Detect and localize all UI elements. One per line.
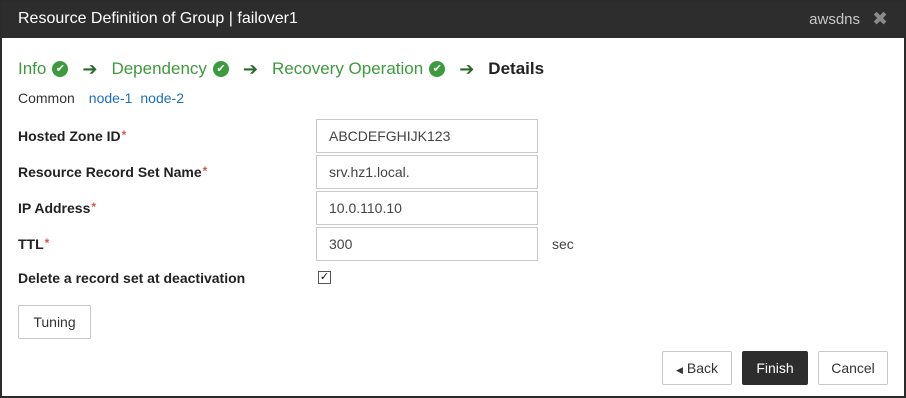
resource-definition-dialog: Resource Definition of Group | failover1… (0, 0, 906, 398)
arrow-right-icon: ➔ (82, 58, 98, 79)
required-mark: * (44, 236, 50, 250)
step-details: Details (488, 59, 544, 79)
record-set-label: Resource Record Set Name* (18, 164, 208, 180)
required-mark: * (121, 128, 127, 142)
ttl-input[interactable] (316, 227, 538, 261)
cancel-button[interactable]: Cancel (818, 351, 888, 385)
delete-record-row: Delete a record set at deactivation ✓ (18, 270, 618, 290)
server-tabs: Common node-1 node-2 (18, 90, 192, 106)
tab-common[interactable]: Common (18, 90, 75, 106)
ip-address-input[interactable] (316, 191, 538, 225)
ttl-unit: sec (552, 236, 574, 252)
check-circle-icon: ✔ (429, 61, 446, 77)
record-set-row: Resource Record Set Name* (18, 155, 898, 189)
required-mark: * (202, 164, 208, 178)
delete-record-label: Delete a record set at deactivation (18, 270, 246, 286)
tab-node-2[interactable]: node-2 (140, 90, 184, 106)
ip-address-row: IP Address* (18, 191, 898, 225)
record-set-input[interactable] (316, 155, 538, 189)
back-button[interactable]: ◀ Back (662, 351, 732, 385)
step-dependency: Dependency ✔ (111, 59, 229, 79)
hosted-zone-label: Hosted Zone ID* (18, 128, 127, 144)
wizard-steps: Info ✔ ➔ Dependency ✔ ➔ Recovery Operati… (18, 57, 544, 81)
step-label: Info (18, 59, 47, 78)
step-info: Info ✔ (18, 59, 69, 79)
step-recovery-operation: Recovery Operation ✔ (272, 59, 446, 79)
hosted-zone-row: Hosted Zone ID* (18, 119, 898, 153)
ip-address-label: IP Address* (18, 200, 97, 216)
step-label: Recovery Operation (272, 59, 424, 78)
ttl-label: TTL* (18, 236, 50, 252)
check-circle-icon: ✔ (212, 61, 229, 77)
caret-left-icon: ◀ (675, 365, 683, 375)
resource-name: awsdns (809, 11, 860, 28)
step-label: Details (488, 59, 545, 78)
hosted-zone-input[interactable] (316, 119, 538, 153)
ttl-row: TTL* sec (18, 227, 898, 261)
dialog-titlebar: Resource Definition of Group | failover1… (2, 2, 904, 38)
tab-node-1[interactable]: node-1 (89, 90, 133, 106)
check-circle-icon: ✔ (52, 61, 69, 77)
delete-record-checkbox[interactable]: ✓ (318, 271, 331, 284)
back-button-label: Back (686, 360, 719, 376)
tuning-button[interactable]: Tuning (18, 305, 91, 339)
step-label: Dependency (111, 59, 207, 78)
arrow-right-icon: ➔ (459, 58, 475, 79)
finish-button[interactable]: Finish (742, 351, 808, 385)
dialog-title: Resource Definition of Group | failover1 (18, 10, 298, 27)
close-icon[interactable]: ✖ (872, 8, 888, 31)
arrow-right-icon: ➔ (242, 58, 259, 79)
required-mark: * (91, 200, 97, 214)
